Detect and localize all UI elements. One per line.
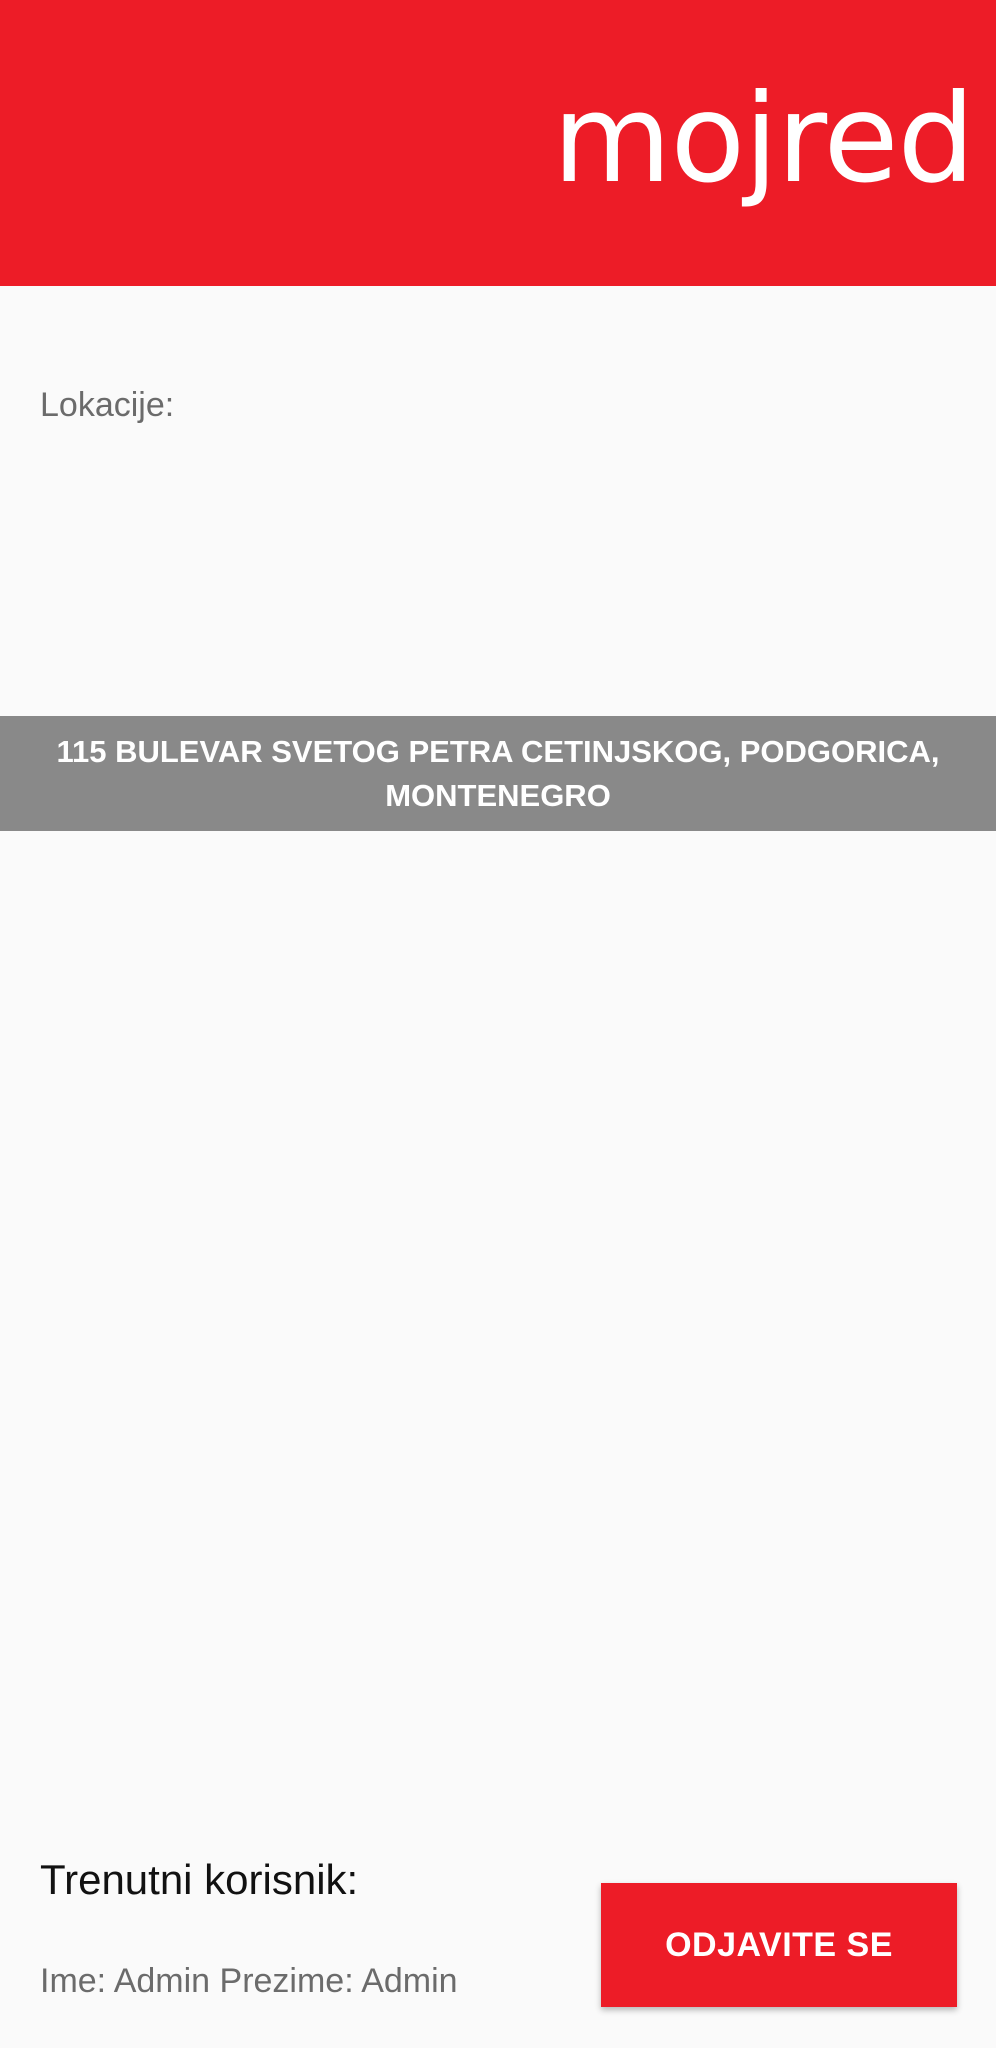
locations-label: Lokacije: [40,386,175,424]
logout-button[interactable]: ODJAVITE SE [601,1883,957,2007]
current-user-heading: Trenutni korisnik: [40,1856,359,1903]
location-item[interactable]: 115 BULEVAR SVETOG PETRA CETINJSKOG, POD… [0,716,996,831]
current-user-info: Ime: Admin Prezime: Admin [40,1962,458,2000]
app-header: mojred [0,0,996,286]
app-logo: mojred [552,68,975,210]
location-address: 115 BULEVAR SVETOG PETRA CETINJSKOG, POD… [56,733,940,813]
